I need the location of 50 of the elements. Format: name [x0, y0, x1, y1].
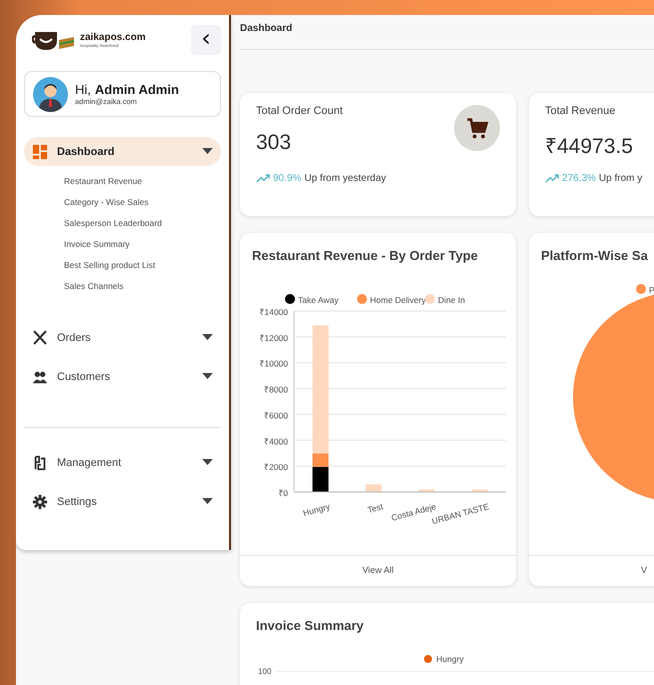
- change-text: Up from y: [598, 173, 642, 184]
- submenu-link[interactable]: Salesperson Leaderboard: [64, 218, 162, 228]
- axis-tick-label: ₹8000: [264, 384, 288, 395]
- axis-tick-label: ₹12000: [259, 332, 288, 343]
- brand-name: zaikapos.com: [80, 32, 146, 43]
- nav-item[interactable]: Management: [24, 448, 221, 477]
- chart-title: Invoice Summary: [255, 617, 365, 635]
- axis-tick-label: ₹14000: [259, 307, 288, 317]
- submenu-link[interactable]: Invoice Summary: [64, 239, 130, 249]
- nav-label: Management: [57, 456, 122, 468]
- stat-value: 303: [256, 131, 292, 156]
- axis-tick-label: ₹0: [278, 488, 288, 498]
- nav-item[interactable]: Orders: [24, 323, 221, 352]
- legend-label: Dine In: [438, 295, 465, 305]
- axis-tick-label: ₹10000: [259, 358, 288, 369]
- nav-item[interactable]: Customers: [24, 362, 221, 391]
- nav-item[interactable]: Settings: [24, 487, 221, 516]
- chart-title: Platform-Wise Sa: [540, 247, 649, 265]
- collapse-button[interactable]: ‹: [191, 25, 221, 55]
- nav-item[interactable]: Dashboard: [24, 137, 221, 166]
- page-title: Dashboard: [240, 22, 294, 36]
- stat-title: Total Revenue: [545, 105, 616, 117]
- submenu-link[interactable]: Best Selling product List: [64, 260, 156, 270]
- nav-label: Orders: [57, 332, 92, 344]
- legend-label: Home Delivery: [370, 295, 426, 305]
- change-percent: 90.9%: [273, 173, 302, 184]
- submenu-link[interactable]: Sales Channels: [64, 281, 124, 291]
- submenu-link[interactable]: Category - Wise Sales: [64, 197, 149, 207]
- legend-label: P: [649, 285, 654, 295]
- nav-label: Dashboard: [57, 146, 116, 158]
- user-name: Admin Admin: [94, 82, 179, 97]
- chart-title: Restaurant Revenue - By Order Type: [251, 247, 479, 265]
- submenu-link[interactable]: Restaurant Revenue: [64, 176, 142, 186]
- change-text: Up from yesterday: [304, 173, 386, 184]
- stat-title: Total Order Count: [256, 105, 343, 117]
- axis-tick-label: ₹6000: [264, 410, 288, 420]
- greeting-text: Hi,: [75, 82, 91, 97]
- axis-category-label: Hungry: [302, 501, 332, 518]
- legend-label: Take Away: [298, 295, 338, 305]
- axis-tick-label: ₹4000: [264, 436, 288, 446]
- view-all-link[interactable]: V: [640, 556, 647, 575]
- axis-tick-label: 100: [258, 667, 272, 676]
- nav-label: Customers: [57, 370, 112, 382]
- axis-category-label: Test: [366, 501, 384, 515]
- axis-tick-label: ₹2000: [264, 462, 288, 472]
- legend-label: Hungry: [436, 654, 464, 664]
- nav-label: Settings: [57, 496, 98, 508]
- view-all-link[interactable]: View All: [362, 556, 394, 575]
- stat-value: ₹44973.5: [545, 134, 634, 160]
- change-percent: 276.3%: [562, 173, 596, 184]
